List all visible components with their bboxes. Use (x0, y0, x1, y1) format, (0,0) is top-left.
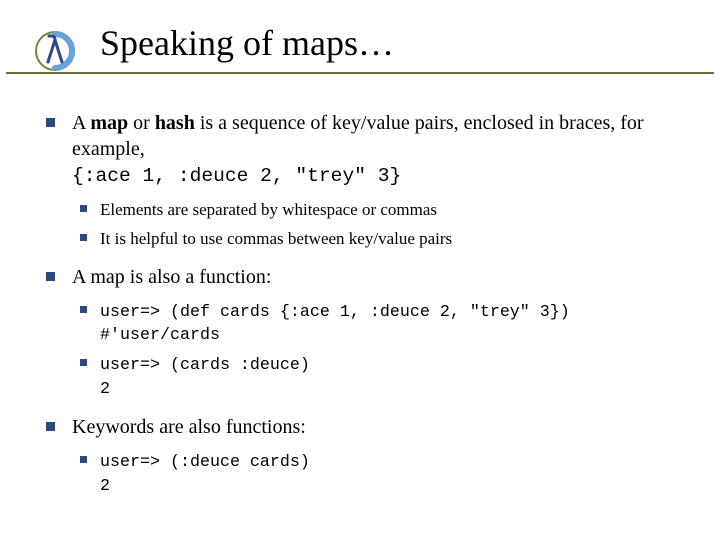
code-text: user=> (def cards {:ace 1, :deuce 2, "tr… (100, 303, 570, 322)
code-text: user=> (cards :deuce) (100, 356, 310, 375)
sub-bullet-item: Elements are separated by whitespace or … (72, 199, 690, 221)
text-run: or (128, 112, 155, 134)
sub-bullet-item: user=> (:deuce cards) 2 (72, 450, 690, 497)
sub-bullet-list: user=> (def cards {:ace 1, :deuce 2, "tr… (72, 300, 690, 401)
slide: Speaking of maps… A map or hash is a seq… (0, 0, 720, 540)
bullet-list: A map or hash is a sequence of key/value… (38, 110, 690, 498)
bullet-text: A map is also a function: (72, 266, 271, 288)
slide-body: A map or hash is a sequence of key/value… (0, 80, 720, 532)
header: Speaking of maps… (0, 0, 720, 80)
bullet-text: Elements are separated by whitespace or … (100, 200, 437, 219)
code-text: #'user/cards (100, 326, 220, 345)
title-underline (6, 72, 714, 74)
sub-bullet-item: user=> (def cards {:ace 1, :deuce 2, "tr… (72, 300, 690, 347)
sub-bullet-item: It is helpful to use commas between key/… (72, 228, 690, 250)
clojure-logo-icon (34, 30, 76, 72)
text-run: map (90, 112, 128, 134)
sub-bullet-list: user=> (:deuce cards) 2 (72, 450, 690, 497)
text-run: hash (155, 112, 195, 134)
code-text: 2 (100, 380, 110, 399)
text-run: A (72, 112, 90, 134)
code-text: {:ace 1, :deuce 2, "trey" 3} (72, 165, 401, 187)
bullet-item: A map or hash is a sequence of key/value… (38, 110, 690, 250)
bullet-text: It is helpful to use commas between key/… (100, 229, 452, 248)
bullet-text: Keywords are also functions: (72, 416, 306, 438)
bullet-item: Keywords are also functions: user=> (:deu… (38, 414, 690, 497)
sub-bullet-list: Elements are separated by whitespace or … (72, 199, 690, 249)
slide-title: Speaking of maps… (100, 22, 394, 64)
code-text: 2 (100, 477, 110, 496)
code-text: user=> (:deuce cards) (100, 453, 310, 472)
sub-bullet-item: user=> (cards :deuce) 2 (72, 353, 690, 400)
bullet-item: A map is also a function: user=> (def car… (38, 264, 690, 401)
